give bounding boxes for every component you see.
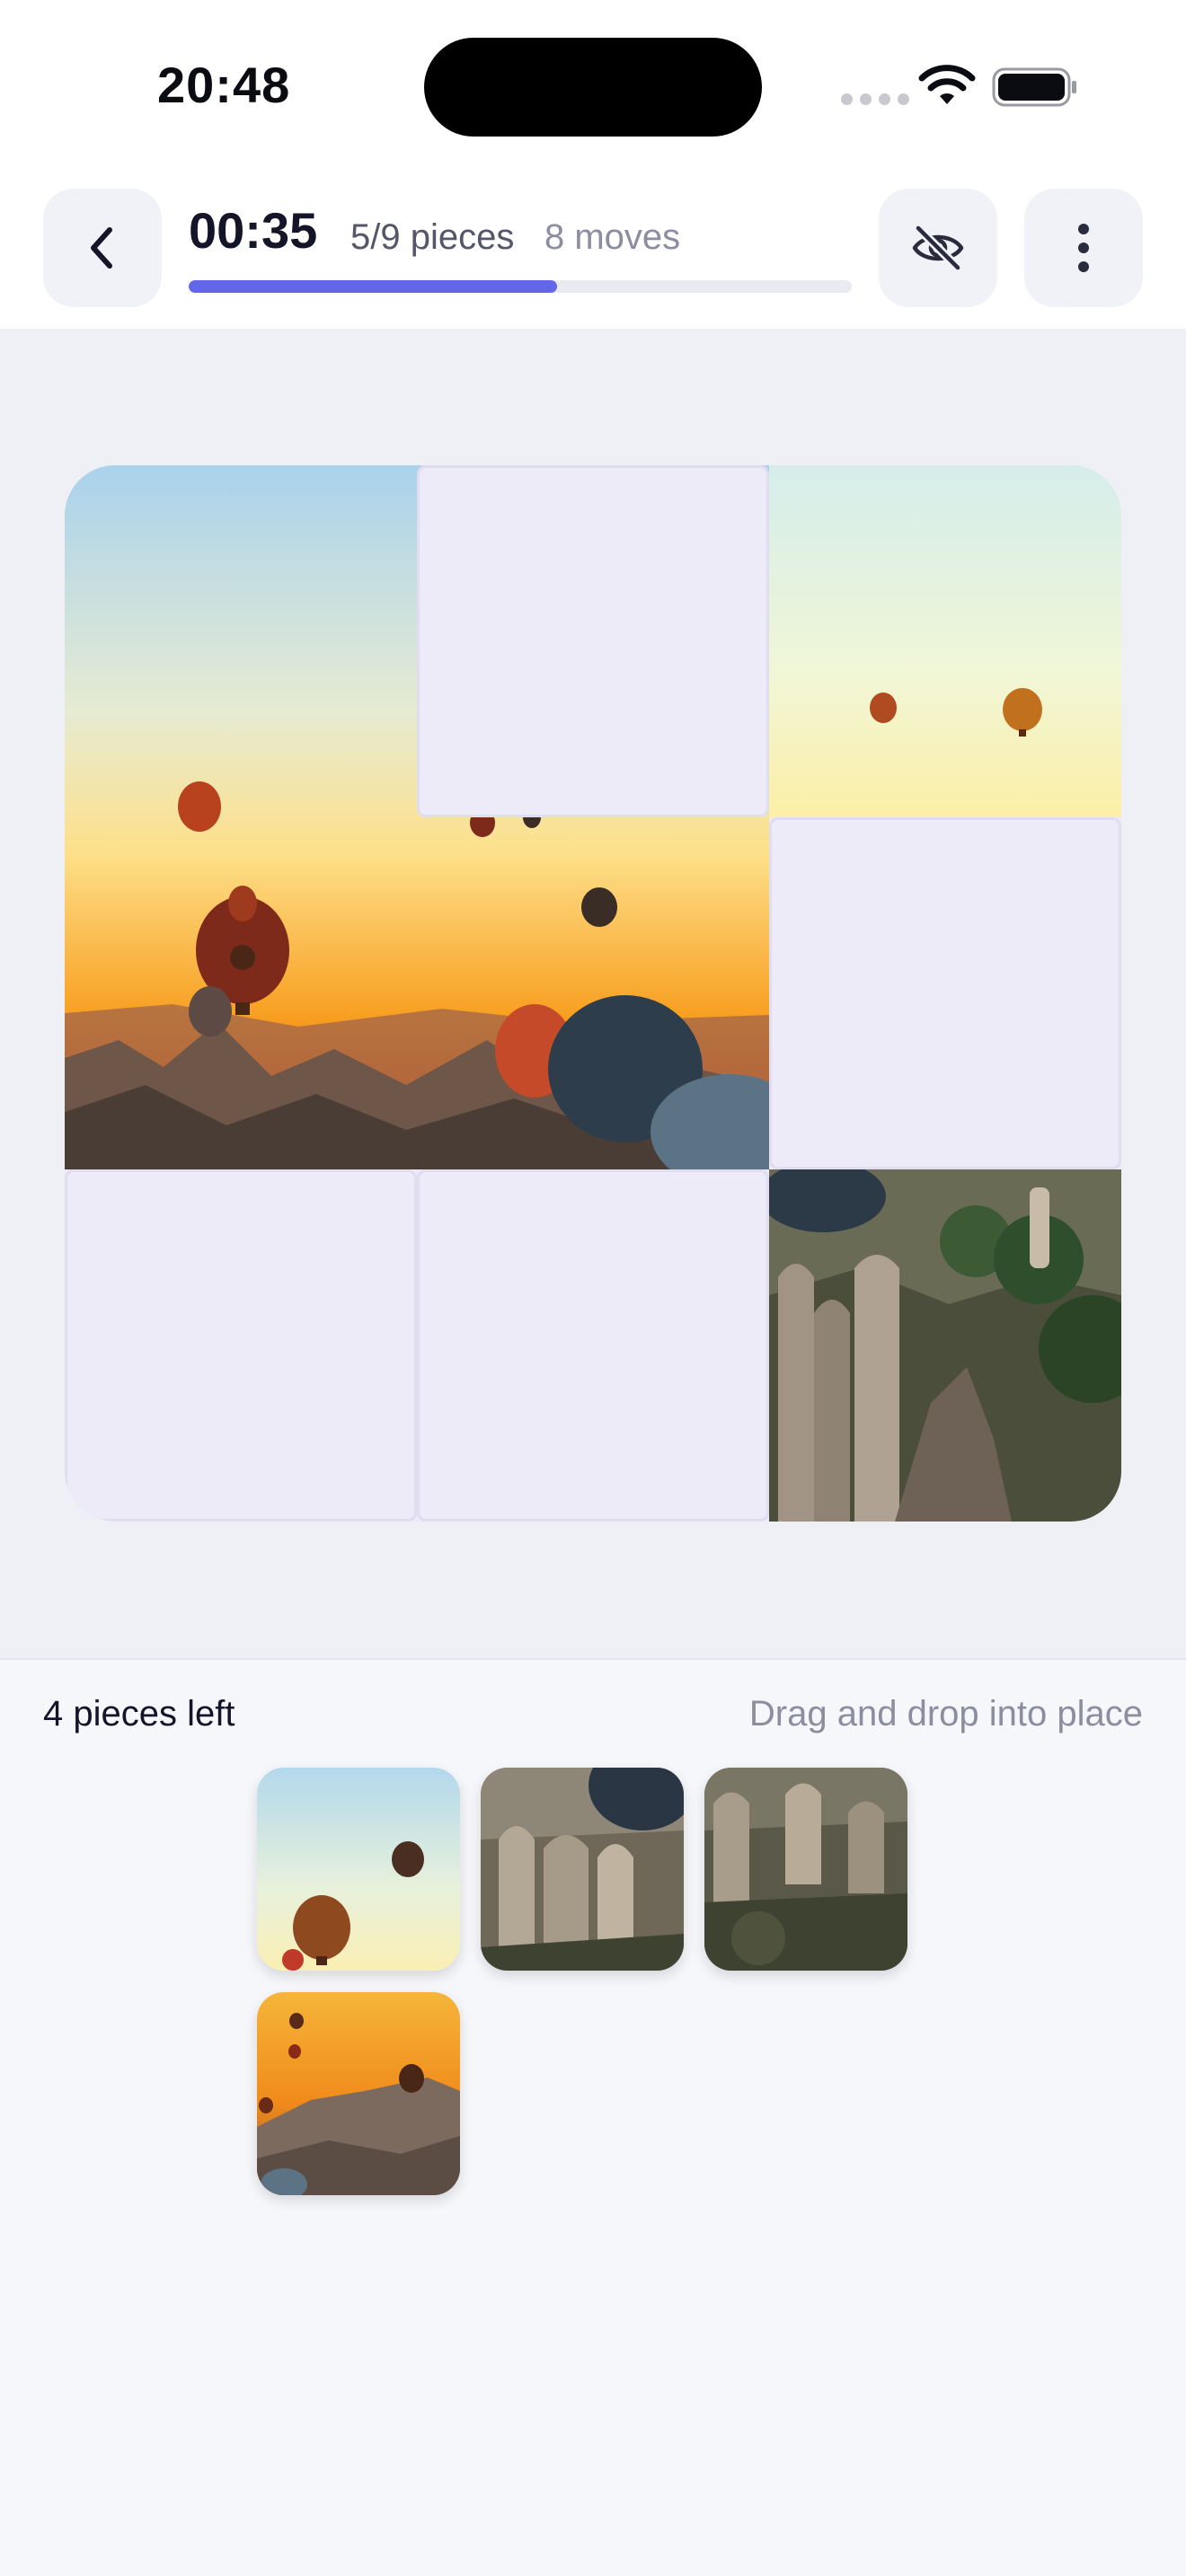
game-timer: 00:35: [189, 202, 318, 259]
tray-piece-4-image: [257, 1992, 460, 2195]
battery-icon: [992, 67, 1076, 107]
tray-piece-2[interactable]: [481, 1768, 684, 1971]
progress-fill: [189, 280, 558, 293]
balloon-sky-image: [769, 465, 1121, 817]
cellular-signal-icon: [841, 93, 909, 105]
dynamic-island: [424, 38, 762, 137]
rock-valley-image: [769, 1169, 1121, 1522]
chevron-left-icon: [91, 227, 112, 269]
more-vertical-icon: [1078, 224, 1089, 272]
tray-piece-1-image: [257, 1768, 460, 1971]
back-button[interactable]: [43, 189, 162, 307]
toggle-preview-button[interactable]: [879, 189, 997, 307]
tray-piece-4[interactable]: [257, 1992, 460, 2195]
eye-off-icon: [912, 224, 964, 272]
tray-piece-3[interactable]: [704, 1768, 907, 1971]
moves-counter: 8 moves: [544, 217, 681, 257]
more-options-button[interactable]: [1024, 189, 1143, 307]
board-slot-8[interactable]: [417, 1169, 769, 1522]
board-slot-7[interactable]: [65, 1169, 417, 1522]
drag-hint-label: Drag and drop into place: [748, 1694, 1143, 1734]
board-area: [0, 329, 1186, 1660]
tray-piece-2-image: [481, 1768, 684, 1971]
board-slot-2[interactable]: [417, 465, 769, 817]
tray-piece-3-image: [704, 1768, 907, 1971]
board-piece-3[interactable]: [769, 465, 1121, 817]
status-bar: 20:48: [0, 0, 1186, 180]
pieces-counter: 5/9 pieces: [350, 217, 515, 257]
tray-piece-1[interactable]: [257, 1768, 460, 1971]
pieces-left-label: 4 pieces left: [43, 1694, 235, 1734]
progress-bar: [189, 280, 852, 293]
wifi-icon: [918, 65, 976, 104]
puzzle-board: [65, 465, 1121, 1522]
status-time: 20:48: [157, 57, 291, 113]
board-slot-6[interactable]: [769, 817, 1121, 1169]
board-piece-9[interactable]: [769, 1169, 1121, 1522]
game-header: 00:35 5/9 pieces 8 moves: [0, 180, 1186, 329]
